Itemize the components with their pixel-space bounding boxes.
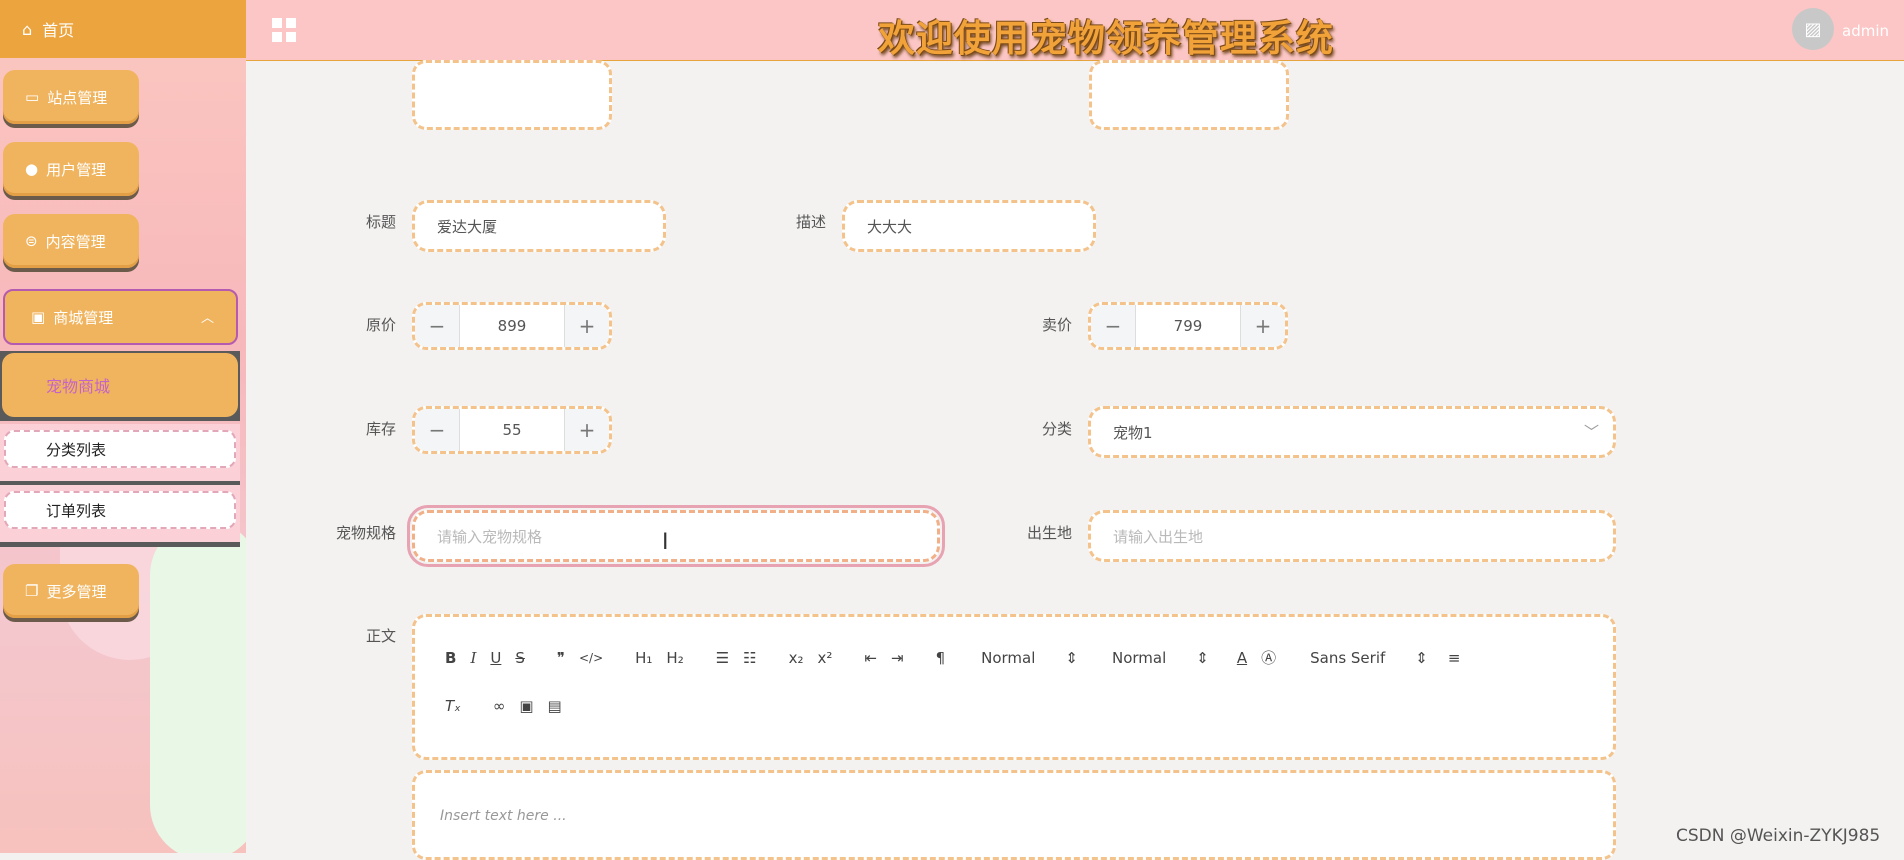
original-price-stepper[interactable]: − 899 + <box>412 302 612 350</box>
description-input[interactable]: 大大大 <box>842 200 1096 252</box>
sidebar-background-art-green <box>150 520 246 853</box>
username[interactable]: admin <box>1842 22 1889 40</box>
description-label: 描述 <box>795 213 826 231</box>
header-select-value: Normal <box>981 648 1036 667</box>
spec-label: 宠物规格 <box>335 524 396 542</box>
select-arrows-icon: ⇕ <box>1415 648 1428 667</box>
shopping-bag-icon: ▣ <box>31 308 46 326</box>
stock-stepper[interactable]: − 55 + <box>412 406 612 454</box>
user-icon: ● <box>25 160 39 178</box>
sidebar-item-home[interactable]: ⌂ 首页 <box>0 0 246 58</box>
submenu-label: 宠物商城 <box>2 353 238 417</box>
ordered-list-icon[interactable]: ☰ <box>716 649 729 667</box>
content-label: 正文 <box>365 627 396 645</box>
stepper-value[interactable]: 899 <box>460 305 564 347</box>
message-icon: ⊜ <box>25 232 38 250</box>
direction-icon[interactable]: ¶ <box>936 649 946 667</box>
sidebar-item-user-management[interactable]: ● 用户管理 <box>3 142 139 196</box>
chevron-up-icon: ︿ <box>200 311 214 326</box>
decrement-button[interactable]: − <box>415 305 460 347</box>
superscript-icon[interactable]: x² <box>818 649 833 667</box>
size-select[interactable]: Normal ⇕ <box>1112 649 1209 667</box>
stepper-value[interactable]: 799 <box>1136 305 1240 347</box>
image-upload-box-2[interactable] <box>1089 60 1289 130</box>
sidebar-item-label: 商城管理 <box>53 308 114 327</box>
copy-icon: ❐ <box>25 582 39 600</box>
spec-input[interactable]: 请输入宠物规格 <box>407 505 945 567</box>
origin-input[interactable]: 请输入出生地 <box>1088 510 1616 562</box>
page-title: 欢迎使用宠物领养管理系统 <box>878 17 1334 60</box>
outdent-icon[interactable]: ⇤ <box>864 649 877 667</box>
image-icon: ▨ <box>1804 18 1822 40</box>
sidebar-item-label: 站点管理 <box>47 88 108 107</box>
title-label: 标题 <box>365 213 396 231</box>
original-price-label: 原价 <box>365 316 396 334</box>
blockquote-icon[interactable]: ❞ <box>557 649 565 667</box>
sidebar-item-site-management[interactable]: ▭ 站点管理 <box>3 70 139 124</box>
image-icon[interactable]: ▣ <box>519 697 533 715</box>
submenu-label: 订单列表 <box>4 491 236 529</box>
sidebar-item-shop-management[interactable]: ▣ 商城管理 ︿ <box>3 289 238 345</box>
subscript-icon[interactable]: x₂ <box>789 649 804 667</box>
submenu-category-list[interactable]: 分类列表 <box>0 424 240 486</box>
sidebar-item-content-management[interactable]: ⊜ 内容管理 <box>3 214 139 268</box>
category-value: 宠物1 <box>1113 423 1153 442</box>
sidebar-item-label: 内容管理 <box>45 232 106 251</box>
select-arrows-icon: ⇕ <box>1065 648 1078 667</box>
font-color-icon[interactable]: A <box>1237 649 1247 667</box>
submenu-order-list[interactable]: 订单列表 <box>0 485 240 547</box>
bold-icon[interactable]: B <box>445 649 456 667</box>
decrement-button[interactable]: − <box>1091 305 1136 347</box>
heading2-icon[interactable]: H₂ <box>666 649 683 667</box>
image-upload-box-1[interactable] <box>412 60 612 130</box>
category-label: 分类 <box>1041 420 1072 438</box>
increment-button[interactable]: + <box>564 305 609 347</box>
font-select-value: Sans Serif <box>1310 648 1386 667</box>
bullet-list-icon[interactable]: ☷ <box>743 649 756 667</box>
decrement-button[interactable]: − <box>415 409 460 451</box>
text-cursor-icon: I <box>662 530 669 555</box>
submenu-label: 分类列表 <box>4 430 236 468</box>
heading1-icon[interactable]: H₁ <box>635 649 652 667</box>
submenu-pet-shop[interactable]: 宠物商城 <box>0 351 240 421</box>
sale-price-stepper[interactable]: − 799 + <box>1088 302 1288 350</box>
size-select-value: Normal <box>1111 648 1167 667</box>
monitor-icon: ▭ <box>25 88 40 106</box>
top-header: 欢迎使用宠物领养管理系统 ▨ admin <box>246 0 1904 61</box>
editor-toolbar: B I U S ❞ </> H₁ H₂ ☰ ☷ x₂ x² ⇤ ⇥ ¶ Norm… <box>412 614 1616 760</box>
align-icon[interactable]: ≡ <box>1448 649 1461 667</box>
menu-grid-icon[interactable] <box>272 18 296 42</box>
editor-content-area[interactable] <box>412 770 1616 860</box>
origin-label: 出生地 <box>1026 524 1072 542</box>
sidebar-item-label: 更多管理 <box>46 582 107 601</box>
strike-icon[interactable]: S <box>515 649 525 667</box>
sidebar: ⌂ 首页 ▭ 站点管理 ● 用户管理 ⊜ 内容管理 ▣ 商城管理 ︿ 宠物商城 … <box>0 0 246 853</box>
clear-format-icon[interactable]: Tₓ <box>445 697 461 715</box>
link-icon[interactable]: ∞ <box>493 697 506 715</box>
title-input[interactable]: 爱达大厦 <box>412 200 666 252</box>
sidebar-item-label: 首页 <box>42 21 75 40</box>
code-icon[interactable]: </> <box>579 651 603 665</box>
font-select[interactable]: Sans Serif ⇕ <box>1310 649 1428 667</box>
chevron-down-icon: ﹀ <box>1583 423 1599 441</box>
indent-icon[interactable]: ⇥ <box>891 649 904 667</box>
header-select[interactable]: Normal ⇕ <box>981 649 1078 667</box>
background-color-icon[interactable]: Ⓐ <box>1261 647 1276 668</box>
italic-icon[interactable]: I <box>470 649 476 667</box>
watermark: CSDN @Weixin-ZYKJ985 <box>1676 826 1881 846</box>
select-arrows-icon: ⇕ <box>1196 648 1209 667</box>
stepper-value[interactable]: 55 <box>460 409 564 451</box>
video-icon[interactable]: ▤ <box>548 697 562 715</box>
sidebar-item-label: 用户管理 <box>46 160 107 179</box>
stock-label: 库存 <box>365 420 396 438</box>
sidebar-item-more-management[interactable]: ❐ 更多管理 <box>3 564 139 618</box>
category-select[interactable]: 宠物1 ﹀ <box>1088 406 1616 458</box>
increment-button[interactable]: + <box>1240 305 1285 347</box>
increment-button[interactable]: + <box>564 409 609 451</box>
home-icon: ⌂ <box>22 19 33 39</box>
sale-price-label: 卖价 <box>1041 316 1072 334</box>
avatar[interactable]: ▨ <box>1792 8 1834 50</box>
editor-placeholder: Insert text here ... <box>440 808 567 824</box>
underline-icon[interactable]: U <box>490 649 501 667</box>
